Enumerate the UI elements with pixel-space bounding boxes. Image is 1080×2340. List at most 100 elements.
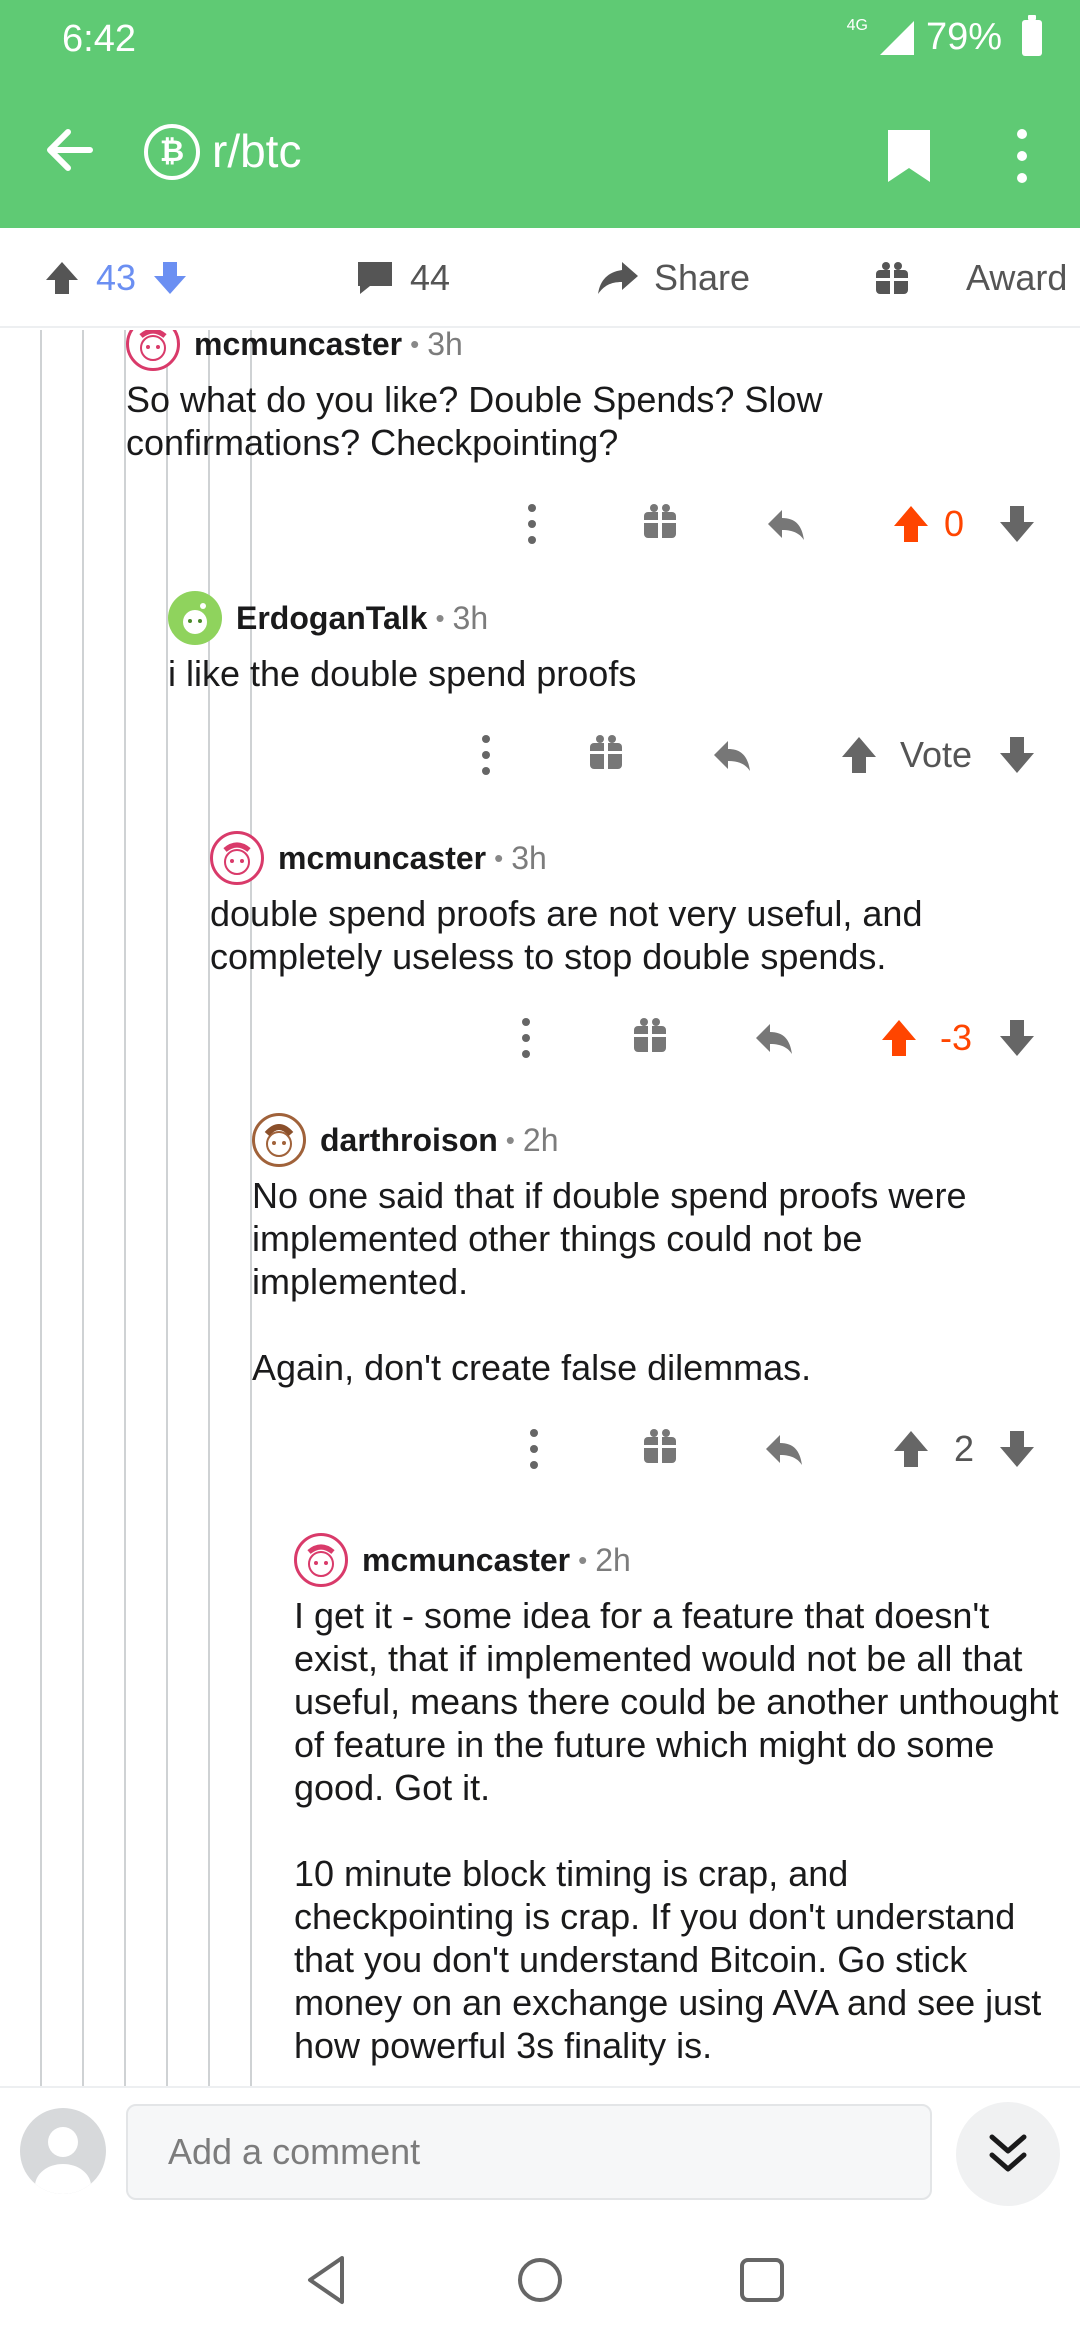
snoo-avatar-icon: [183, 603, 207, 634]
avatar[interactable]: [126, 330, 180, 371]
award-label: Award: [966, 257, 1068, 298]
separator-dot: •: [435, 602, 445, 633]
status-time: 6:42: [62, 18, 136, 60]
comment-body: i like the double spend proofs: [168, 653, 637, 694]
comment-composer-bar: Add a comment: [0, 2086, 1080, 2216]
thread-rail: [82, 330, 84, 2086]
upvote-arrow-icon[interactable]: [42, 258, 82, 298]
comment-author[interactable]: ErdoganTalk: [236, 600, 427, 637]
status-bar: 6:42 4G 79%: [0, 0, 1080, 78]
reply-icon[interactable]: [764, 1423, 804, 1475]
downvote-arrow-icon[interactable]: [998, 1423, 1036, 1475]
upvote-arrow-icon[interactable]: [840, 729, 878, 781]
comment-author[interactable]: mcmuncaster: [278, 840, 486, 877]
downvote-arrow-icon[interactable]: [998, 498, 1036, 550]
share-label: Share: [654, 257, 751, 298]
comment-time: 3h: [427, 330, 463, 362]
more-options-icon[interactable]: [514, 1012, 538, 1064]
separator-dot: •: [494, 842, 504, 873]
comments-count-button[interactable]: 44: [354, 250, 450, 306]
separator-dot: •: [578, 1544, 588, 1575]
nav-home-icon[interactable]: [510, 2250, 570, 2310]
comment-actions: Vote: [168, 715, 1080, 795]
battery-percent: 79%: [925, 16, 1002, 58]
post-action-bar: 43 44 Share Award: [0, 228, 1080, 328]
comment-body: No one said that if double spend proofs …: [252, 1175, 967, 1388]
default-avatar-icon: [35, 2127, 91, 2194]
add-comment-input[interactable]: Add a comment: [126, 2104, 932, 2200]
comment-actions: 2: [252, 1409, 1080, 1489]
nav-back-icon[interactable]: [298, 2250, 358, 2310]
thread-rail: [40, 330, 42, 2086]
comment-author[interactable]: mcmuncaster: [194, 330, 402, 363]
snoo-avatar-icon: [307, 1544, 335, 1577]
comment: mcmuncaster • 3h So what do you like? Do…: [126, 330, 1080, 564]
downvote-arrow-icon[interactable]: [998, 1012, 1036, 1064]
comment-header: darthroison • 2h: [252, 1113, 1080, 1167]
bitcoin-cash-icon[interactable]: ₿: [144, 124, 200, 180]
downvote-arrow-icon[interactable]: [998, 729, 1036, 781]
app-bar: ₿ r/btc: [0, 78, 1080, 228]
battery-icon: [1022, 14, 1042, 56]
gift-icon[interactable]: [642, 498, 678, 550]
comment-bubble-icon: [358, 262, 392, 294]
upvote-arrow-icon[interactable]: [892, 498, 930, 550]
vote-count: -3: [940, 1017, 973, 1058]
comment-body: So what do you like? Double Spends? Slow…: [126, 379, 833, 463]
comment-thread: mcmuncaster • 3h So what do you like? Do…: [0, 330, 1080, 2086]
separator-dot: •: [410, 330, 420, 359]
snoo-avatar-icon: [223, 842, 251, 875]
nav-recents-icon[interactable]: [732, 2250, 792, 2310]
more-options-icon[interactable]: [474, 729, 498, 781]
user-avatar[interactable]: [20, 2108, 106, 2194]
comment: darthroison • 2h No one said that if dou…: [252, 1113, 1080, 1489]
avatar[interactable]: [168, 591, 222, 645]
vote-count: 2: [954, 1428, 975, 1469]
post-vote-control: 43: [42, 250, 190, 306]
avatar[interactable]: [294, 1533, 348, 1587]
gift-icon: [876, 262, 908, 294]
more-options-icon[interactable]: [522, 1423, 546, 1475]
award-button[interactable]: Award: [872, 250, 1067, 306]
vote-count: Vote: [900, 734, 973, 775]
snoo-avatar-icon: [139, 330, 167, 361]
downvote-arrow-icon[interactable]: [150, 258, 190, 298]
status-indicators: 4G 79%: [846, 14, 1042, 59]
comment-header: ErdoganTalk • 3h: [168, 591, 1080, 645]
avatar[interactable]: [210, 831, 264, 885]
gift-icon[interactable]: [588, 729, 624, 781]
double-chevron-down-icon: [989, 2134, 1027, 2172]
comments-count: 44: [410, 257, 451, 298]
comment-time: 3h: [511, 839, 547, 876]
signal-icon: [879, 20, 914, 55]
separator-dot: •: [505, 1124, 515, 1155]
network-icon: 4G: [846, 16, 868, 34]
upvote-arrow-icon[interactable]: [880, 1012, 918, 1064]
gift-icon[interactable]: [642, 1423, 678, 1475]
comment-author[interactable]: mcmuncaster: [362, 1542, 570, 1579]
more-options-icon[interactable]: [520, 498, 544, 550]
comment-header: mcmuncaster • 3h: [126, 330, 1080, 371]
system-navigation-bar: [0, 2216, 1080, 2340]
comment: mcmuncaster • 3h double spend proofs are…: [210, 831, 1080, 1078]
upvote-arrow-icon[interactable]: [892, 1423, 930, 1475]
subreddit-name[interactable]: r/btc: [212, 124, 301, 178]
reply-icon[interactable]: [754, 1012, 794, 1064]
reply-icon[interactable]: [766, 498, 806, 550]
reply-icon[interactable]: [712, 729, 752, 781]
comment-author[interactable]: darthroison: [320, 1122, 498, 1159]
comment-time: 2h: [522, 1121, 559, 1158]
share-icon: [598, 262, 638, 294]
comment-body: double spend proofs are not very useful,…: [210, 893, 933, 977]
comment-time: 3h: [452, 599, 489, 636]
back-arrow-icon[interactable]: [40, 120, 100, 180]
thread-rail: [124, 330, 126, 2086]
expand-comments-button[interactable]: [956, 2102, 1060, 2206]
gift-icon[interactable]: [632, 1012, 668, 1064]
bookmark-icon[interactable]: [884, 126, 934, 186]
vote-count: 0: [944, 503, 965, 544]
more-options-icon[interactable]: [1004, 124, 1040, 188]
snoo-avatar-icon: [264, 1124, 294, 1157]
avatar[interactable]: [252, 1113, 306, 1167]
share-button[interactable]: Share: [596, 250, 750, 306]
